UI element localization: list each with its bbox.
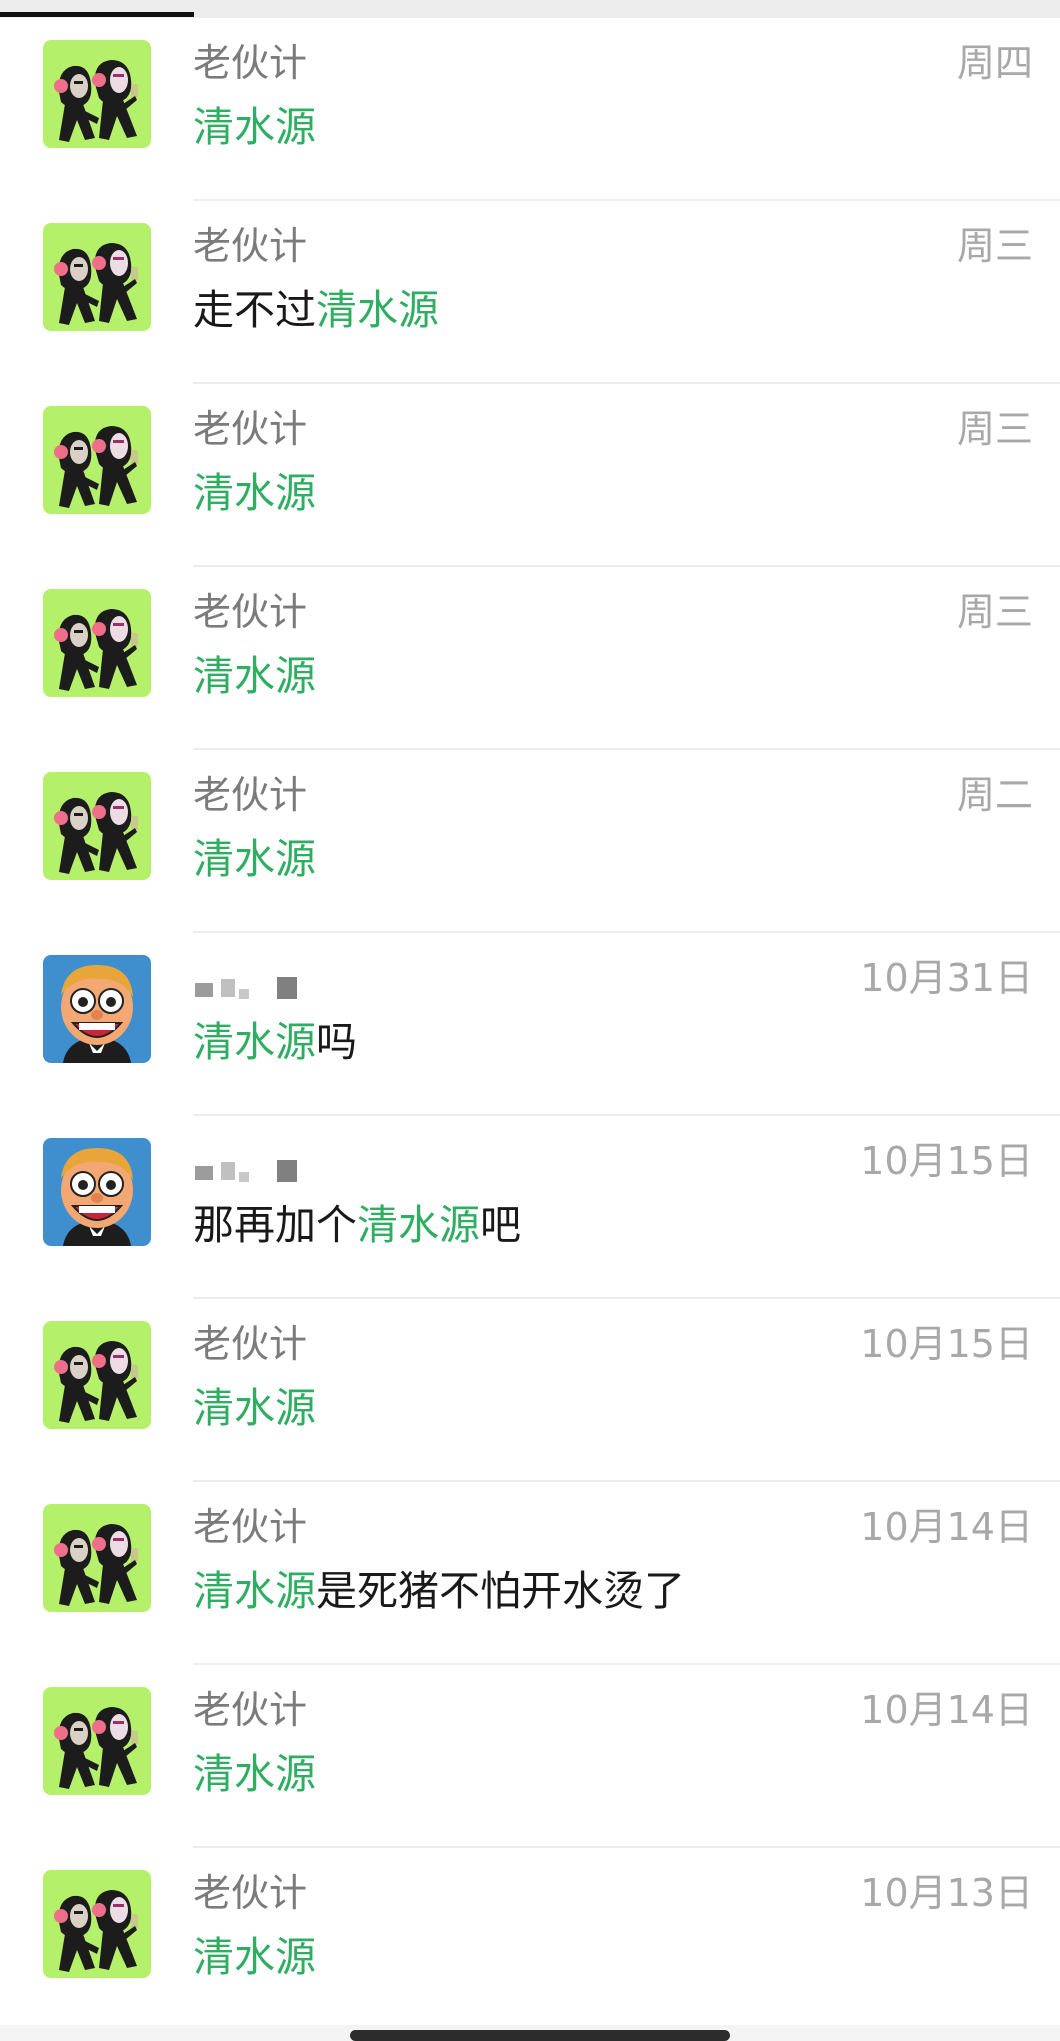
cartoon-group-avatar-icon[interactable] (43, 772, 151, 880)
message-snippet: 清水源 (193, 1930, 316, 1984)
redacted-sender-name (193, 977, 333, 1005)
sender-name: 老伙计 (193, 224, 308, 268)
highlighted-keyword: 清水源 (193, 1567, 316, 1615)
search-result-row[interactable]: 老伙计 周三走不过清水源 (0, 201, 1060, 384)
result-date: 10月13日 (860, 1871, 1033, 1915)
message-text: 那再加个 (193, 1201, 357, 1249)
cartoon-group-avatar-icon[interactable] (43, 406, 151, 514)
top-indicator (0, 12, 194, 17)
cartoon-group-avatar-icon[interactable] (43, 1321, 151, 1429)
highlighted-keyword: 清水源 (316, 286, 439, 334)
search-result-row[interactable]: 老伙计 周二清水源 (0, 750, 1060, 933)
home-indicator[interactable] (350, 2030, 730, 2041)
search-result-row[interactable]: 老伙计 10月13日清水源 (0, 1848, 1060, 2031)
cartoon-group-avatar-icon[interactable] (43, 40, 151, 148)
highlighted-keyword: 清水源 (193, 1384, 316, 1432)
highlighted-keyword: 清水源 (193, 1018, 316, 1066)
result-date: 10月14日 (860, 1688, 1033, 1732)
cartoon-group-avatar-icon[interactable] (43, 1504, 151, 1612)
result-date: 周四 (956, 41, 1033, 85)
sender-name: 老伙计 (193, 407, 308, 451)
message-text: 是死猪不怕开水烫了 (316, 1567, 685, 1615)
sender-name: 老伙计 (193, 590, 308, 634)
search-result-row[interactable]: 10月31日清水源吗 (0, 933, 1060, 1116)
message-snippet: 清水源 (193, 832, 316, 886)
highlighted-keyword: 清水源 (357, 1201, 480, 1249)
highlighted-keyword: 清水源 (193, 469, 316, 517)
sender-name: 老伙计 (193, 773, 308, 817)
search-result-row[interactable]: 老伙计 10月14日清水源是死猪不怕开水烫了 (0, 1482, 1060, 1665)
sender-name: 老伙计 (193, 1505, 308, 1549)
message-snippet: 清水源 (193, 100, 316, 154)
cartoon-group-avatar-icon[interactable] (43, 589, 151, 697)
message-snippet: 清水源 (193, 1381, 316, 1435)
result-date: 周三 (956, 407, 1033, 451)
highlighted-keyword: 清水源 (193, 1933, 316, 1981)
cartoon-group-avatar-icon[interactable] (43, 1687, 151, 1795)
result-date: 10月15日 (860, 1139, 1033, 1183)
message-snippet: 那再加个清水源吧 (193, 1198, 521, 1252)
message-text: 走不过 (193, 286, 316, 334)
search-result-row[interactable]: 老伙计 10月14日清水源 (0, 1665, 1060, 1848)
search-result-row[interactable]: 10月15日那再加个清水源吧 (0, 1116, 1060, 1299)
search-result-row[interactable]: 老伙计 10月15日清水源 (0, 1299, 1060, 1482)
highlighted-keyword: 清水源 (193, 1750, 316, 1798)
message-snippet: 清水源是死猪不怕开水烫了 (193, 1564, 685, 1618)
message-snippet: 清水源 (193, 649, 316, 703)
cartoon-group-avatar-icon[interactable] (43, 223, 151, 331)
sender-name: 老伙计 (193, 1322, 308, 1366)
message-snippet: 走不过清水源 (193, 283, 439, 337)
sender-name: 老伙计 (193, 1688, 308, 1732)
search-result-row[interactable]: 老伙计 周三清水源 (0, 384, 1060, 567)
message-snippet: 清水源吗 (193, 1015, 357, 1069)
highlighted-keyword: 清水源 (193, 835, 316, 883)
redacted-sender-name (193, 1160, 333, 1188)
message-text: 吗 (316, 1018, 357, 1066)
result-date: 10月14日 (860, 1505, 1033, 1549)
cartoon-face-avatar-icon[interactable] (43, 955, 151, 1063)
cartoon-face-avatar-icon[interactable] (43, 1138, 151, 1246)
message-snippet: 清水源 (193, 466, 316, 520)
search-result-row[interactable]: 老伙计 周四清水源 (0, 18, 1060, 201)
highlighted-keyword: 清水源 (193, 652, 316, 700)
search-results-list[interactable]: 老伙计 周四 清水源 老伙计 周三 走不过清水源 老伙计 周三 清水源 老伙计 … (0, 18, 1060, 2031)
sender-name: 老伙计 (193, 1871, 308, 1915)
result-date: 周二 (956, 773, 1033, 817)
search-result-row[interactable]: 老伙计 周三清水源 (0, 567, 1060, 750)
result-date: 周三 (956, 224, 1033, 268)
sender-name: 老伙计 (193, 41, 308, 85)
result-date: 10月31日 (860, 956, 1033, 1000)
result-date: 10月15日 (860, 1322, 1033, 1366)
message-text: 吧 (480, 1201, 521, 1249)
cartoon-group-avatar-icon[interactable] (43, 1870, 151, 1978)
result-date: 周三 (956, 590, 1033, 634)
message-snippet: 清水源 (193, 1747, 316, 1801)
highlighted-keyword: 清水源 (193, 103, 316, 151)
